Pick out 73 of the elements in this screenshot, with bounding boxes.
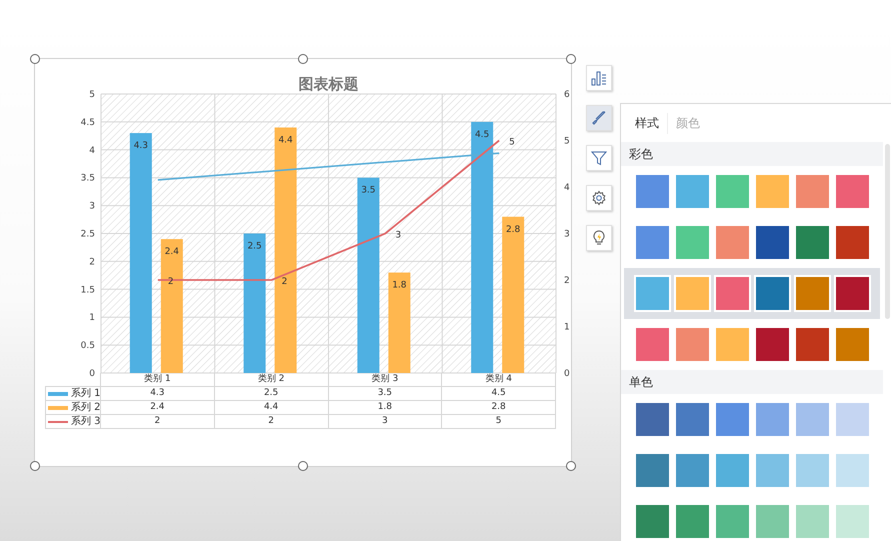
- table-cell: 2.5: [214, 387, 328, 401]
- bar-chart-icon: [591, 70, 607, 86]
- axis-label: 0: [564, 369, 570, 379]
- data-label: 1.8: [392, 280, 407, 291]
- axis-label: 1.5: [80, 285, 95, 296]
- data-label: 4.3: [134, 141, 148, 152]
- axis-label: 2.5: [80, 230, 95, 240]
- selection-handle[interactable]: [30, 54, 40, 64]
- category-label: 类别 1: [101, 373, 215, 387]
- filter-icon: [591, 150, 607, 166]
- data-label: 2.8: [506, 224, 520, 235]
- axis-label: 0.5: [80, 341, 95, 352]
- axis-label: 4.5: [80, 118, 95, 128]
- selection-handle[interactable]: [298, 461, 308, 471]
- selection-handle[interactable]: [298, 54, 308, 64]
- legend-label: 系列 2: [71, 401, 101, 414]
- selection-handle[interactable]: [566, 54, 576, 64]
- brush-icon: [591, 110, 607, 126]
- lightbulb-icon: [591, 230, 607, 246]
- selection-handle[interactable]: [30, 461, 40, 471]
- table-cell: 4.5: [442, 387, 556, 401]
- table-cell: 1.8: [328, 401, 442, 415]
- legend-key: [48, 392, 68, 396]
- legend-label: 系列 1: [71, 387, 101, 400]
- category-label: 类别 2: [214, 373, 328, 387]
- section-header: 彩色: [621, 142, 883, 166]
- color-palette[interactable]: [624, 268, 880, 319]
- axis-label: 4: [89, 146, 95, 156]
- table-cell: 3: [328, 415, 442, 429]
- toolbar-button[interactable]: [586, 145, 612, 171]
- category-label: 类别 3: [328, 373, 442, 387]
- axis-label: 3: [89, 202, 95, 212]
- axis-label: 6: [564, 90, 570, 100]
- table-cell: 2: [101, 415, 215, 429]
- data-label: 3: [395, 230, 402, 240]
- axis-label: 3.5: [80, 174, 95, 184]
- axis-label: 5: [89, 90, 95, 100]
- axis-label: 3: [564, 230, 570, 240]
- toolbar-button[interactable]: [586, 65, 612, 91]
- axis-label: 2: [89, 257, 95, 268]
- table-cell: 2: [214, 415, 328, 429]
- category-label: 类别 4: [442, 373, 556, 387]
- axis-label: 1: [564, 322, 570, 332]
- tab[interactable]: 样式: [627, 112, 668, 134]
- toolbar-button[interactable]: [586, 225, 612, 251]
- axis-label: 0: [89, 369, 95, 379]
- data-label: 3.5: [361, 186, 376, 196]
- axis-label: 4: [564, 183, 570, 193]
- table-cell: 2.4: [101, 401, 215, 415]
- selection-handle[interactable]: [566, 461, 576, 471]
- axis-label: 1: [89, 313, 95, 324]
- data-label: 2: [168, 277, 174, 287]
- chart-title: 图表标题: [298, 75, 358, 93]
- axis-label: 2: [564, 276, 570, 286]
- toolbar-button[interactable]: [586, 185, 612, 211]
- legend-label: 系列 3: [71, 415, 101, 428]
- data-label: 4.5: [474, 130, 490, 140]
- section-header: 单色: [621, 370, 883, 394]
- data-label: 5: [509, 138, 515, 148]
- table-cell: 4.3: [101, 387, 215, 401]
- axis-label: 5: [564, 136, 570, 146]
- table-cell: 3.5: [328, 387, 442, 401]
- data-label: 2.4: [164, 247, 180, 258]
- settings-icon: [591, 190, 607, 206]
- toolbar-button[interactable]: [586, 105, 612, 131]
- data-label: 2: [282, 277, 288, 287]
- scrollbar[interactable]: [885, 144, 890, 319]
- table-cell: 4.4: [214, 401, 328, 415]
- table-cell: 2.8: [442, 401, 556, 415]
- data-label: 4.4: [278, 135, 293, 146]
- legend-key: [48, 406, 68, 410]
- table-cell: 5: [442, 415, 556, 429]
- data-label: 2.5: [247, 242, 262, 252]
